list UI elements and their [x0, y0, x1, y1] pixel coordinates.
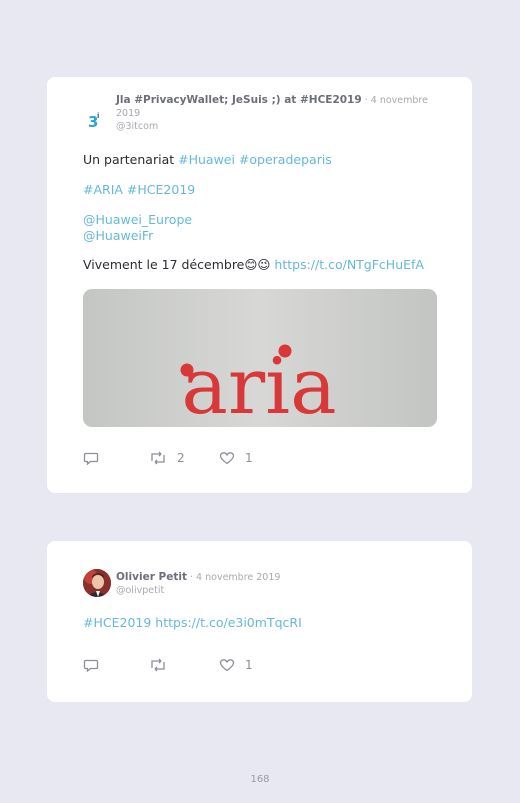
author-name[interactable]: Olivier Petit — [116, 571, 187, 583]
tweet-text: Vivement le 17 décembre😊😉 — [83, 257, 275, 272]
tweet-header: Olivier Petit · 4 novembre 2019 @olivpet… — [116, 571, 432, 597]
like-icon — [219, 452, 235, 465]
url-link[interactable]: https://t.co/NTgFcHuEfA — [274, 257, 424, 272]
person-photo-icon — [83, 569, 111, 597]
reply-button[interactable] — [83, 450, 109, 466]
tweet-actions: 1 — [83, 657, 437, 673]
hashtag-link[interactable]: #HCE2019 https://t.co/e3i0mTqcRI — [83, 615, 302, 630]
tweet-text-line: Vivement le 17 décembre😊😉 https://t.co/N… — [83, 257, 424, 272]
author-handle[interactable]: @olivpetit — [116, 584, 432, 597]
tweet-media-image[interactable]: aria — [83, 289, 437, 427]
tweet-card: 3 i Jla #PrivacyWallet; JeSuis ;) at #HC… — [47, 77, 472, 493]
page-number: 168 — [250, 774, 270, 785]
reply-icon — [83, 659, 99, 673]
hashtag-link[interactable]: #ARIA #HCE2019 — [83, 182, 195, 197]
like-button[interactable]: 1 — [219, 450, 253, 466]
mention-link[interactable]: @HuaweiFr — [83, 228, 153, 243]
retweet-icon — [151, 451, 165, 465]
aria-logo-text: aria — [181, 342, 336, 427]
tweet-text-line: #ARIA #HCE2019 — [83, 182, 195, 197]
avatar[interactable]: 3 i — [83, 107, 111, 135]
retweet-icon — [151, 658, 165, 672]
reply-button[interactable] — [83, 657, 109, 673]
author-handle[interactable]: @3itcom — [116, 120, 432, 133]
mention-link[interactable]: @Huawei_Europe — [83, 212, 192, 227]
tweet-date[interactable]: · 4 novembre 2019 — [190, 572, 280, 583]
retweet-button[interactable] — [149, 657, 177, 673]
like-button[interactable]: 1 — [219, 657, 253, 673]
like-count: 1 — [245, 658, 253, 672]
aria-logo-image: aria — [180, 342, 337, 427]
reply-icon — [83, 452, 99, 466]
tweet-header: Jla #PrivacyWallet; JeSuis ;) at #HCE201… — [116, 94, 432, 133]
retweet-button[interactable]: 2 — [149, 450, 185, 466]
retweet-count: 2 — [177, 451, 185, 465]
tweet-text-line: @HuaweiFr — [83, 228, 153, 243]
tweet-actions: 2 1 — [83, 450, 437, 466]
tweet-text-line: @Huawei_Europe — [83, 212, 192, 227]
avatar[interactable] — [83, 569, 111, 597]
author-name[interactable]: Jla #PrivacyWallet; JeSuis ;) at #HCE201… — [116, 94, 362, 106]
hashtag-link[interactable]: #Huawei #operadeparis — [178, 152, 332, 167]
3itcom-logo-icon: 3 i — [88, 112, 99, 131]
tweet-text-line: #HCE2019 https://t.co/e3i0mTqcRI — [83, 615, 302, 630]
svg-text:i: i — [97, 112, 99, 120]
tweet-text-line: Un partenariat #Huawei #operadeparis — [83, 152, 332, 167]
like-icon — [219, 659, 235, 672]
tweet-text: Un partenariat — [83, 152, 179, 167]
tweet-card: Olivier Petit · 4 novembre 2019 @olivpet… — [47, 541, 472, 702]
like-count: 1 — [245, 451, 253, 465]
